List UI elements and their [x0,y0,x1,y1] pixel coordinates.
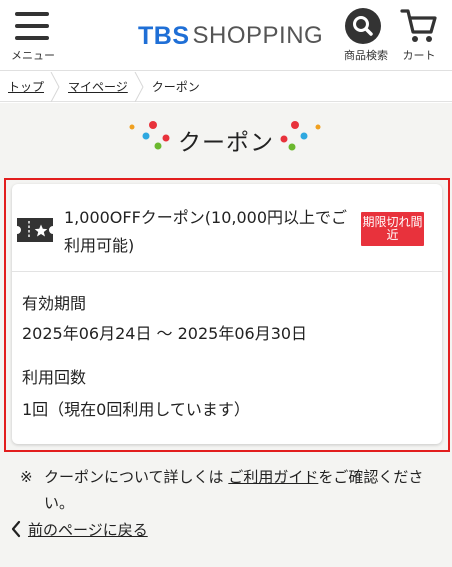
back-link-label: 前のページに戻る [28,520,148,539]
logo-tbs: TBS [138,21,190,50]
note-text: クーポンについて詳しくは ご利用ガイドをご確認ください。 [44,464,440,516]
hamburger-icon [15,12,49,42]
usage-count-value: 1回（現在0回利用しています） [22,400,250,419]
menu-label: メニュー [11,49,55,62]
coupon-name: 1,000OFFクーポン(10,000円以上でご利用可能) [64,208,348,255]
confetti-right-icon [280,121,321,151]
site-header: メニュー TBS SHOPPING 商品検索 カート [0,0,452,71]
usage-count-label: 利用回数 [22,368,87,387]
menu-button[interactable]: メニュー [8,10,58,66]
search-icon [345,8,381,44]
page-title: クーポン [178,130,274,156]
ticket-icon [17,218,53,242]
product-search-button[interactable]: 商品検索 [336,6,396,66]
title-row: クーポン [0,119,452,159]
breadcrumb: トップ マイページ クーポン [0,71,452,102]
breadcrumb-separator-icon [134,71,144,102]
cart-label: カート [402,49,436,62]
logo-shopping: SHOPPING [192,22,324,49]
note-mark: ※ [20,468,33,486]
breadcrumb-mypage[interactable]: マイページ [68,78,128,95]
usage-guide-link[interactable]: ご利用ガイド [228,468,318,486]
site-logo[interactable]: TBS SHOPPING [138,22,323,50]
main-content: クーポン 1,000OFFクーポン(10,000円以上でご利用可能) 期限切れ間… [0,103,452,567]
breadcrumb-separator-icon [50,71,60,102]
validity-period-label: 有効期間 [22,294,87,313]
breadcrumb-current: クーポン [151,80,200,94]
expiring-soon-badge: 期限切れ間近 [361,212,424,246]
search-label: 商品検索 [344,49,388,62]
cart-icon [400,9,437,42]
coupon-highlight-frame: 1,000OFFクーポン(10,000円以上でご利用可能) 期限切れ間近 有効期… [4,178,450,452]
chevron-left-icon [11,520,21,538]
back-link[interactable]: 前のページに戻る [10,517,148,541]
coupon-header: 1,000OFFクーポン(10,000円以上でご利用可能) 期限切れ間近 [12,184,442,272]
validity-period-value: 2025年06月24日 〜 2025年06月30日 [22,324,308,343]
coupon-card: 1,000OFFクーポン(10,000円以上でご利用可能) 期限切れ間近 有効期… [12,184,442,444]
breadcrumb-top[interactable]: トップ [8,78,44,95]
note-text-before: クーポンについて詳しくは [44,468,229,486]
cart-button[interactable]: カート [392,6,446,66]
